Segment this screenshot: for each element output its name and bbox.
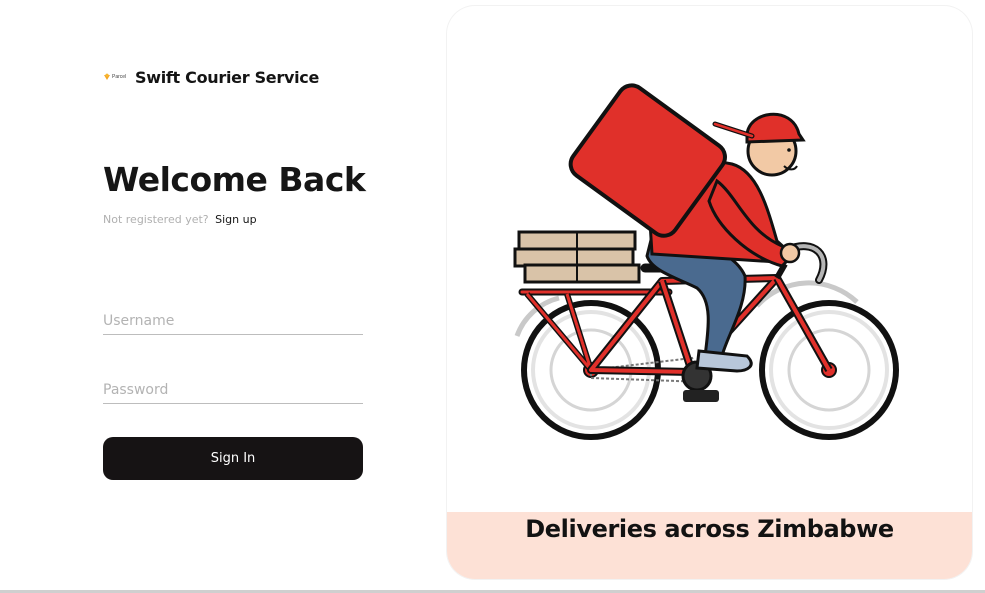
username-field[interactable] [103,307,363,335]
register-prompt: Not registered yet? [103,213,209,226]
hero-caption: Deliveries across Zimbabwe [525,515,894,543]
sign-in-button[interactable]: Sign In [103,437,363,480]
page-title: Welcome Back [103,160,366,199]
parcel-logo-icon: Parcel [103,72,131,82]
password-field[interactable] [103,376,363,404]
signup-link[interactable]: Sign up [215,213,256,226]
brand-name: Swift Courier Service [135,67,319,87]
brand: Parcel Swift Courier Service [103,66,319,88]
courier-cyclist-icon [513,83,899,440]
logo-word: Parcel [112,74,127,80]
hero-card: Deliveries across Zimbabwe [447,6,972,579]
register-line: Not registered yet? Sign up [103,213,257,226]
